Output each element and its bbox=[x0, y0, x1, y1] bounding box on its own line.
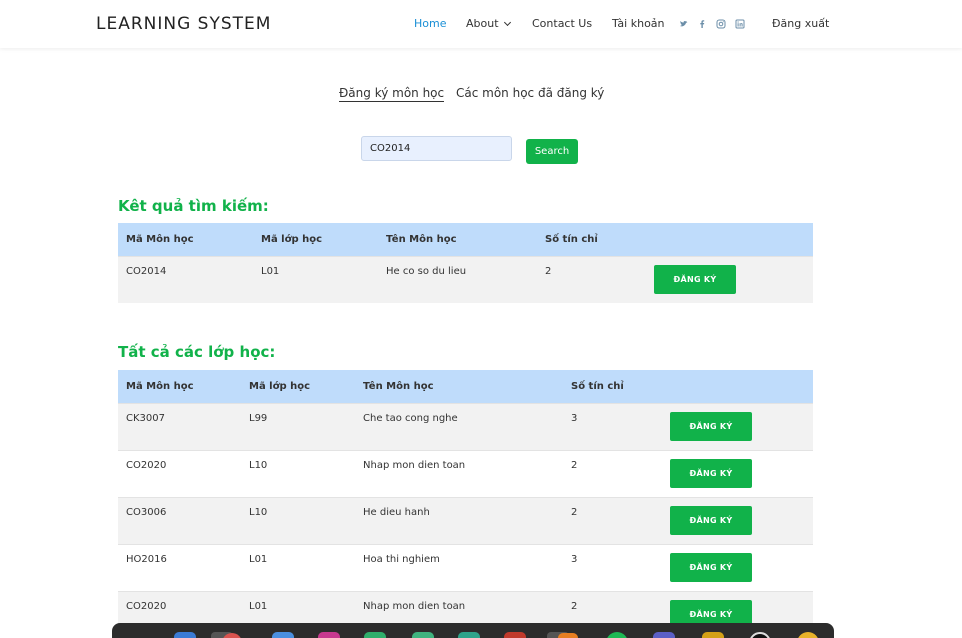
course-code: CK3007 bbox=[118, 402, 241, 450]
action-cell: ĐĂNG KÝ bbox=[662, 496, 813, 544]
action-cell: ĐĂNG KÝ bbox=[662, 449, 813, 497]
dock-app-icon[interactable] bbox=[504, 632, 526, 638]
dock-app-icon[interactable] bbox=[797, 632, 819, 638]
credits: 2 bbox=[563, 496, 662, 544]
credits: 3 bbox=[563, 402, 662, 450]
course-code: CO3006 bbox=[118, 496, 241, 544]
action-cell: ĐĂNG KÝ bbox=[662, 543, 813, 591]
nav-about-label: About bbox=[466, 17, 499, 30]
credits: 2 bbox=[563, 449, 662, 497]
course-name: He dieu hanh bbox=[355, 496, 563, 544]
nav-contact[interactable]: Contact Us bbox=[532, 17, 592, 30]
header-course-code: Mã Môn học bbox=[118, 223, 253, 256]
dock-app-icon[interactable] bbox=[272, 632, 294, 638]
credits: 2 bbox=[537, 255, 646, 303]
table-row: CO3006 L10 He dieu hanh 2 ĐĂNG KÝ bbox=[118, 496, 813, 544]
dock-app-icon[interactable] bbox=[318, 632, 340, 638]
class-code: L10 bbox=[241, 496, 355, 544]
course-name: Hoa thi nghiem bbox=[355, 543, 563, 591]
course-name: Nhap mon dien toan bbox=[355, 449, 563, 497]
all-classes-title: Tất cả các lớp học: bbox=[118, 343, 276, 361]
twitter-icon[interactable] bbox=[678, 18, 690, 30]
dock-app-icon[interactable] bbox=[412, 632, 434, 638]
tab-registered-courses[interactable]: Các môn học đã đăng ký bbox=[456, 86, 604, 100]
dock-app-icon[interactable] bbox=[364, 632, 386, 638]
header-course-code: Mã Môn học bbox=[118, 370, 241, 403]
header-class-code: Mã lớp học bbox=[253, 223, 378, 256]
register-button[interactable]: ĐĂNG KÝ bbox=[670, 552, 752, 582]
table-row: CO2014 L01 He co so du lieu 2 ĐĂNG KÝ bbox=[118, 255, 813, 303]
table-row: HO2016 L01 Hoa thi nghiem 3 ĐĂNG KÝ bbox=[118, 543, 813, 591]
header-action bbox=[662, 370, 813, 403]
register-button[interactable]: ĐĂNG KÝ bbox=[670, 505, 752, 535]
course-code: CO2014 bbox=[118, 255, 253, 303]
nav-account[interactable]: Tài khoản bbox=[612, 17, 665, 30]
logout-link[interactable]: Đăng xuất bbox=[772, 17, 829, 30]
search-results-table: Mã Môn học Mã lớp học Tên Môn học Số tín… bbox=[118, 223, 813, 303]
chevron-down-icon bbox=[503, 18, 511, 27]
credits: 3 bbox=[563, 543, 662, 591]
page: LEARNING SYSTEM Home About Contact Us Tà… bbox=[0, 0, 962, 638]
header-course-name: Tên Môn học bbox=[355, 370, 563, 403]
dock-app-icon[interactable] bbox=[749, 632, 771, 638]
course-name: He co so du lieu bbox=[378, 255, 537, 303]
search-input[interactable] bbox=[361, 136, 512, 161]
all-classes-table: Mã Môn học Mã lớp học Tên Môn học Số tín… bbox=[118, 370, 813, 638]
class-code: L01 bbox=[253, 255, 378, 303]
header-class-code: Mã lớp học bbox=[241, 370, 355, 403]
top-navbar: LEARNING SYSTEM Home About Contact Us Tà… bbox=[0, 0, 962, 48]
header-course-name: Tên Môn học bbox=[378, 223, 537, 256]
register-button[interactable]: ĐĂNG KÝ bbox=[670, 458, 752, 488]
dock-app-icon[interactable] bbox=[174, 632, 196, 638]
header-credits: Số tín chỉ bbox=[537, 223, 646, 256]
search-results-title: Kêt quả tìm kiếm: bbox=[118, 197, 269, 215]
action-cell: ĐĂNG KÝ bbox=[646, 255, 813, 303]
linkedin-icon[interactable] bbox=[734, 18, 746, 30]
search-button[interactable]: Search bbox=[526, 139, 578, 164]
dock-app-icon[interactable] bbox=[702, 632, 724, 638]
site-logo[interactable]: LEARNING SYSTEM bbox=[96, 14, 271, 34]
register-button[interactable]: ĐĂNG KÝ bbox=[670, 411, 752, 441]
course-code: HO2016 bbox=[118, 543, 241, 591]
class-code: L99 bbox=[241, 402, 355, 450]
tab-register-course[interactable]: Đăng ký môn học bbox=[339, 86, 445, 102]
class-code: L10 bbox=[241, 449, 355, 497]
class-code: L01 bbox=[241, 543, 355, 591]
dock-app-icon[interactable] bbox=[606, 632, 628, 638]
header-action bbox=[646, 223, 813, 256]
table-row: CK3007 L99 Che tao cong nghe 3 ĐĂNG KÝ bbox=[118, 402, 813, 450]
course-name: Che tao cong nghe bbox=[355, 402, 563, 450]
dock-app-icon[interactable] bbox=[653, 632, 675, 638]
header-credits: Số tín chỉ bbox=[563, 370, 662, 403]
register-button[interactable]: ĐĂNG KÝ bbox=[654, 264, 736, 294]
course-code: CO2020 bbox=[118, 449, 241, 497]
app-dock bbox=[112, 623, 834, 638]
facebook-icon[interactable] bbox=[696, 18, 708, 30]
table-row: CO2020 L10 Nhap mon dien toan 2 ĐĂNG KÝ bbox=[118, 449, 813, 497]
nav-home[interactable]: Home bbox=[414, 17, 446, 30]
dock-app-icon[interactable] bbox=[458, 632, 480, 638]
instagram-icon[interactable] bbox=[715, 18, 727, 30]
dock-app-icon[interactable] bbox=[558, 633, 578, 638]
action-cell: ĐĂNG KÝ bbox=[662, 402, 813, 450]
nav-about[interactable]: About bbox=[466, 17, 511, 30]
